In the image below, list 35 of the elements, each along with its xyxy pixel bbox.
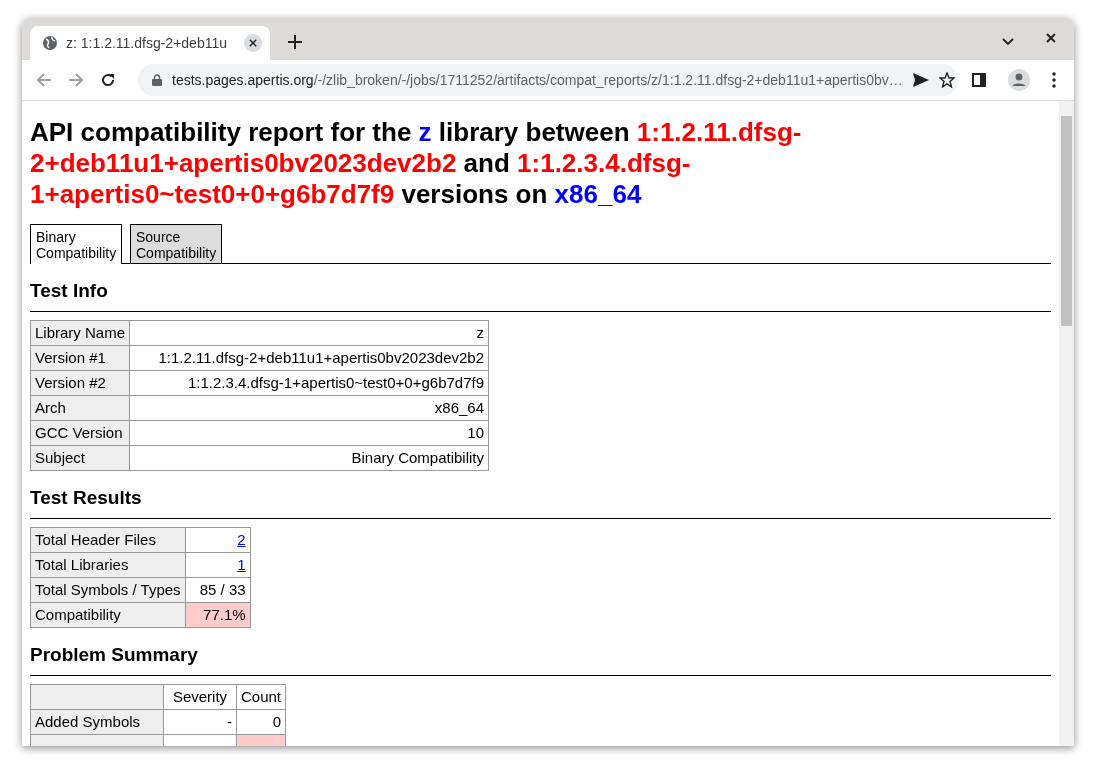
table-cell: 10 [129,420,489,446]
table-cell: Version #1 [30,345,130,371]
cell-value: 85 / 33 [199,581,246,598]
report-tab[interactable]: Binary Compatibility [30,224,122,264]
cell-value: 77.1% [203,606,246,623]
address-bar[interactable]: tests.pages.apertis.org/-/zlib_broken/-/jobs/1711252/artifacts/compat_reports/z/1:1.2.11.dfsg-2+deb11u1+apertis0bv… [138,64,958,96]
table-cell: - [163,709,237,735]
table-cell: z [129,320,489,346]
tab-title: z: 1:1.2.11.dfsg-2+deb11u [66,35,228,51]
table-cell: Binary Compatibility [129,445,489,471]
browser-tab[interactable]: z: 1:1.2.11.dfsg-2+deb11u [30,26,270,60]
count-link[interactable]: 2 [237,531,246,548]
table-cell: x86_64 [129,395,489,421]
count-link[interactable]: 1 [237,556,246,573]
table-cell: Total Symbols / Types [30,577,186,603]
table-cell: Subject [30,445,130,471]
table-cell: Added Symbols [30,709,164,735]
table-cell: Arch [30,395,130,421]
column-header: Count [236,684,286,710]
column-header: Severity [163,684,237,710]
report-title: API compatibility report for the z library between 1:1.2.11.dfsg-2+deb11u1+apertis0bv2023dev2b2 and 1:1.2.3.4.dfsg-1+apertis0~test0+0+g6b7d7f9 versions on x86_64 [30,117,803,210]
section-heading: Test Results [30,487,1051,519]
section-heading: Problem Summary [30,644,1051,676]
table-cell: GCC Version [30,420,130,446]
table-cell: 1:1.2.11.dfsg-2+deb11u1+apertis0bv2023dev2b2 [129,345,489,371]
table-cell: 1:1.2.3.4.dfsg-1+apertis0~test0+0+g6b7d7f9 [129,370,489,396]
table-cell: Version #2 [30,370,130,396]
report-tab[interactable]: Source Compatibility [130,224,222,263]
table-cell: Total Header Files [30,527,186,553]
table-cell: Total Libraries [30,552,186,578]
section-heading: Test Info [30,280,1051,312]
table-cell: Library Name [30,320,130,346]
url-text: tests.pages.apertis.org/-/zlib_broken/-/jobs/1711252/artifacts/compat_reports/z/1:1.2.11.dfsg-2+deb11u1+apertis0bv… [172,72,903,88]
table-cell: 0 [236,709,286,735]
table-cell: Compatibility [30,602,186,628]
